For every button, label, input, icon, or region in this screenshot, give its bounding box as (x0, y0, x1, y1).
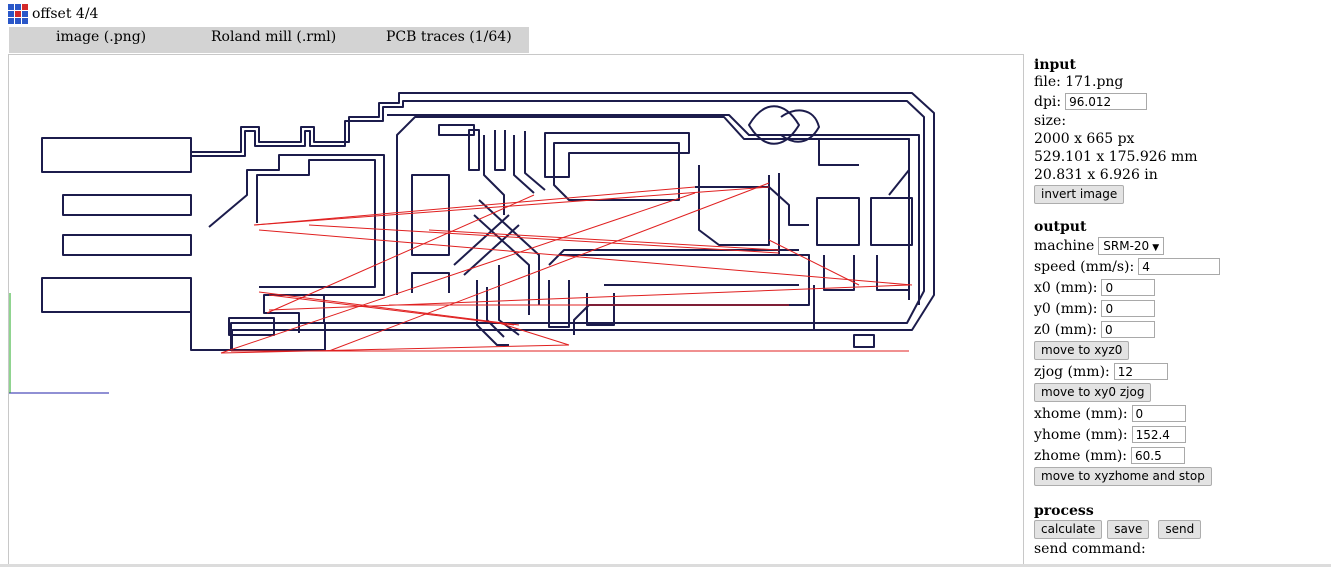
yhome-label: yhome (mm): (1034, 426, 1128, 443)
input-section-title: input (1034, 57, 1076, 73)
machine-label: machine (1034, 237, 1095, 254)
logo-cell (8, 18, 14, 24)
move-line (768, 239, 860, 286)
input-file: file: 171.png (1034, 74, 1124, 90)
machine-select[interactable]: SRM-20 ▼ (1098, 236, 1165, 255)
logo-cell (8, 4, 14, 10)
logo-cell (22, 18, 28, 24)
trace-path (228, 317, 275, 336)
y0-label: y0 (mm): (1034, 300, 1098, 317)
yhome-input[interactable] (1131, 426, 1186, 443)
speed-input[interactable] (1138, 258, 1221, 275)
x0-input[interactable] (1101, 279, 1156, 296)
output-section-title: output (1034, 219, 1087, 235)
trace-path (494, 130, 506, 171)
logo-cell (15, 4, 21, 10)
trace-path (818, 139, 859, 166)
app-title: offset 4/4 (32, 6, 99, 22)
trace-path (548, 280, 570, 328)
speed-label: speed (mm/s): (1034, 258, 1135, 275)
move-line (253, 186, 696, 226)
trace-path (780, 109, 820, 143)
move-line (258, 229, 913, 286)
trace-path (41, 277, 192, 313)
move-line (253, 186, 770, 226)
dpi-label: dpi: (1034, 93, 1062, 110)
trace-path (695, 186, 809, 226)
logo-cell (15, 18, 21, 24)
trace-path (524, 131, 546, 191)
dpi-input[interactable] (1065, 93, 1148, 110)
trace-path (544, 132, 690, 178)
trace-path (870, 197, 913, 246)
send-command-label: send command: (1034, 541, 1146, 557)
size-mm: 529.101 x 175.926 mm (1034, 149, 1198, 165)
send-button[interactable]: send (1158, 520, 1202, 539)
trace-path (871, 138, 910, 196)
zjog-input[interactable] (1113, 363, 1168, 380)
trace-path (41, 137, 192, 173)
move-to-xyzhome-button[interactable]: move to xyzhome and stop (1034, 467, 1212, 486)
app-logo-icon (8, 4, 28, 24)
module-tabs: image (.png) Roland mill (.rml) PCB trac… (9, 27, 529, 53)
trace-path (853, 334, 875, 348)
tab-image-png[interactable]: image (.png) (56, 27, 146, 53)
process-section-title: process (1034, 503, 1094, 519)
zjog-label: zjog (mm): (1034, 363, 1110, 380)
toolpath-canvas[interactable] (8, 54, 1024, 567)
trace-path (823, 255, 855, 291)
z0-label: z0 (mm): (1034, 321, 1097, 338)
logo-cell (8, 11, 14, 17)
trace-path (230, 322, 326, 351)
xhome-input[interactable] (1131, 405, 1186, 422)
settings-panel: input file: 171.png dpi: size: 2000 x 66… (1034, 57, 1324, 558)
trace-path (62, 194, 192, 216)
calculate-button[interactable]: calculate (1034, 520, 1103, 539)
size-px: 2000 x 665 px (1034, 131, 1135, 147)
xhome-label: xhome (mm): (1034, 405, 1128, 422)
zhome-input[interactable] (1131, 447, 1186, 464)
trace-path (698, 165, 770, 246)
move-to-xy0-zjog-button[interactable]: move to xy0 zjog (1034, 383, 1152, 402)
trace-path (411, 272, 450, 293)
logo-cell (22, 11, 28, 17)
move-line (308, 224, 780, 254)
chevron-down-icon: ▼ (1152, 242, 1160, 253)
invert-image-button[interactable]: invert image (1034, 185, 1125, 204)
trace-path (816, 197, 860, 246)
logo-cell (22, 4, 28, 10)
tab-roland-mill-rml[interactable]: Roland mill (.rml) (211, 27, 336, 53)
y0-input[interactable] (1101, 300, 1156, 317)
machine-select-value: SRM-20 (1103, 238, 1150, 253)
logo-cell (15, 11, 21, 17)
x0-label: x0 (mm): (1034, 279, 1098, 296)
size-label: size: (1034, 113, 1067, 129)
app-header: offset 4/4 (8, 4, 98, 24)
z0-input[interactable] (1100, 321, 1155, 338)
size-in: 20.831 x 6.926 in (1034, 167, 1158, 183)
trace-path (476, 280, 509, 346)
toolpath-svg (9, 92, 935, 394)
zhome-label: zhome (mm): (1034, 447, 1128, 464)
trace-path (553, 142, 680, 201)
trace-path (62, 234, 192, 256)
move-to-xyz0-button[interactable]: move to xyz0 (1034, 341, 1130, 360)
save-button[interactable]: save (1107, 520, 1150, 539)
tab-pcb-traces[interactable]: PCB traces (1/64) (386, 27, 512, 53)
